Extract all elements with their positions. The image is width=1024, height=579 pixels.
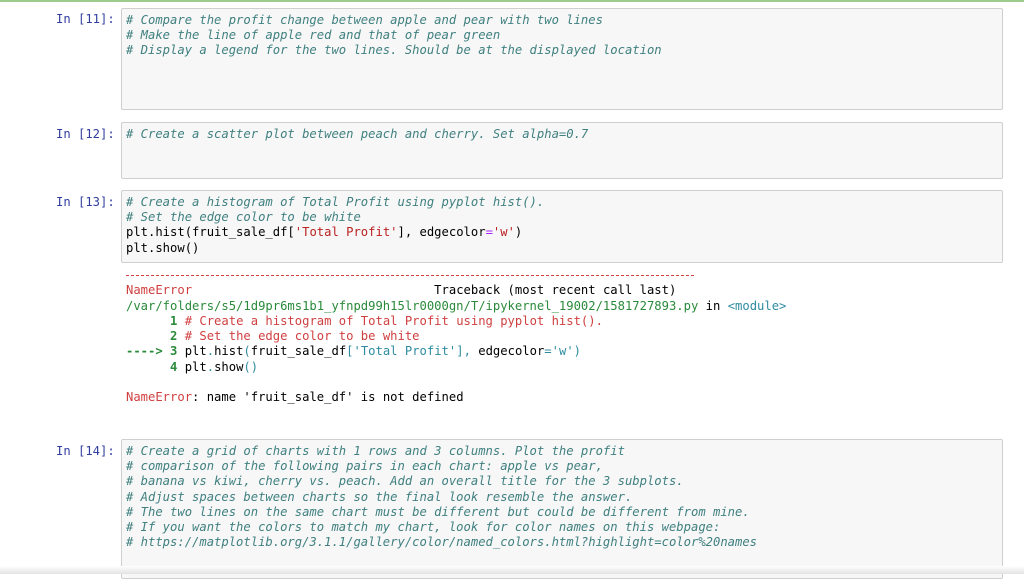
code-line: # Compare the profit change between appl… [126, 13, 1002, 28]
output-line: NameError Traceback (most recent call la… [126, 283, 1006, 298]
code-token: # Create a scatter plot between peach an… [126, 127, 589, 141]
code-token: # Make the line of apple red and that of… [126, 28, 501, 43]
cell-prompt: In [14]: [56, 444, 115, 458]
code-token: # Create a histogram of Total Profit usi… [126, 195, 545, 209]
output-line: /var/folders/s5/1d9pr6ms1b1_yfnpd99h15lr… [126, 299, 1006, 314]
code-token: plt.show() [126, 240, 200, 255]
code-token: NameError [126, 283, 193, 298]
output-line: 4 plt.show() [126, 360, 1006, 375]
output-lines: NameError Traceback (most recent call la… [126, 268, 1006, 406]
code-token: 'Total Profit' [353, 344, 457, 359]
code-token: # banana vs kiwi, cherry vs. peach. Add … [126, 474, 684, 489]
code-token: ], edgecolor [397, 225, 486, 240]
code-token: # Set the edge color to be white [126, 210, 361, 225]
code-token: # Create a histogram of Total Profit usi… [184, 313, 603, 328]
code-token: plt [184, 344, 207, 359]
code-token: = [544, 344, 552, 359]
code-token: = [485, 225, 493, 240]
code-token: edgecolor [470, 344, 545, 359]
code-token: [ [346, 344, 354, 359]
code-token: ) [514, 225, 523, 240]
code-token: 'w' [551, 344, 574, 359]
code-token: , [463, 344, 471, 359]
code-token: # Compare the profit change between appl… [126, 13, 603, 27]
code-token: : name 'fruit_sale_df' is not defined [192, 390, 464, 405]
code-token: # comparison of the following pairs in e… [126, 459, 603, 474]
code-token: # Adjust spaces between charts so the fi… [126, 489, 633, 504]
code-line: # Display a legend for the two lines. Sh… [126, 43, 1002, 58]
code-line: # Make the line of apple red and that of… [126, 28, 1002, 43]
cell-prompt: In [11]: [56, 12, 115, 26]
cell-prompt: In [12]: [56, 127, 115, 141]
code-token: 4 [126, 359, 185, 374]
output-line: 1 # Create a histogram of Total Profit u… [126, 314, 1006, 329]
code-token: hist [214, 344, 244, 359]
code-input[interactable]: # Create a scatter plot between peach an… [121, 122, 1003, 179]
code-line: # https://matplotlib.org/3.1.1/gallery/c… [126, 535, 1002, 550]
code-token: . [206, 344, 215, 359]
code-line: plt.hist(fruit_sale_df['Total Profit'], … [126, 225, 1002, 240]
code-input[interactable]: # Create a histogram of Total Profit usi… [121, 190, 1003, 263]
traceback-separator [126, 268, 1006, 283]
code-token: <module> [727, 298, 787, 313]
code-token: plt [184, 359, 207, 374]
code-token: # The two lines on the same chart must b… [126, 504, 750, 519]
code-token: # Display a legend for the two lines. Sh… [126, 43, 662, 58]
code-token: # Set the edge color to be white [184, 329, 420, 344]
code-line: # If you want the colors to match my cha… [126, 520, 1002, 535]
code-lines: # Create a histogram of Total Profit usi… [126, 195, 1002, 256]
code-token: in [698, 298, 728, 313]
code-token: show [214, 359, 244, 374]
code-token: Traceback (most recent call last) [192, 283, 677, 298]
code-token: 'w' [492, 225, 515, 240]
code-lines: # Create a scatter plot between peach an… [126, 127, 1002, 142]
code-token: ) [573, 344, 581, 359]
code-line: # Create a grid of charts with 1 rows an… [126, 444, 1002, 459]
code-token: ----> 3 [126, 344, 185, 359]
bottom-shadow [0, 566, 1024, 574]
code-line: # banana vs kiwi, cherry vs. peach. Add … [126, 474, 1002, 489]
output-line: ----> 3 plt.hist(fruit_sale_df['Total Pr… [126, 344, 1006, 359]
code-line: # Create a histogram of Total Profit usi… [126, 195, 1002, 210]
code-line: plt.show() [126, 241, 1002, 256]
code-token: ] [456, 344, 464, 359]
code-line: # Set the edge color to be white [126, 210, 1002, 225]
code-token: . [206, 359, 215, 374]
code-token: 'Total Profit' [294, 225, 398, 240]
error-output: NameError Traceback (most recent call la… [126, 268, 1006, 406]
code-token: () [243, 359, 259, 374]
code-lines: # Create a grid of charts with 1 rows an… [126, 444, 1002, 550]
output-line: 2 # Set the edge color to be white [126, 329, 1006, 344]
code-lines: # Compare the profit change between appl… [126, 13, 1002, 59]
code-token: # Create a grid of charts with 1 rows an… [126, 444, 625, 458]
code-line: # Create a scatter plot between peach an… [126, 127, 1002, 142]
code-token: /var/folders/s5/1d9pr6ms1b1_yfnpd99h15lr… [126, 298, 699, 313]
output-line: NameError: name 'fruit_sale_df' is not d… [126, 390, 1006, 405]
code-token: 2 [126, 329, 185, 344]
cell-prompt: In [13]: [56, 195, 115, 209]
code-line: # Adjust spaces between charts so the fi… [126, 490, 1002, 505]
code-line: # comparison of the following pairs in e… [126, 459, 1002, 474]
code-token: plt.hist(fruit_sale_df[ [126, 225, 295, 240]
code-token: NameError [126, 390, 193, 405]
code-token: ( [243, 344, 251, 359]
code-token: # If you want the colors to match my cha… [126, 519, 721, 534]
code-input[interactable]: # Compare the profit change between appl… [121, 8, 1003, 110]
code-token: fruit_sale_df [250, 344, 347, 359]
notebook-top-border [0, 0, 1024, 2]
code-input[interactable]: # Create a grid of charts with 1 rows an… [121, 439, 1003, 579]
code-token: 1 [126, 313, 185, 328]
code-token: # https://matplotlib.org/3.1.1/gallery/c… [126, 535, 758, 550]
code-line: # The two lines on the same chart must b… [126, 505, 1002, 520]
